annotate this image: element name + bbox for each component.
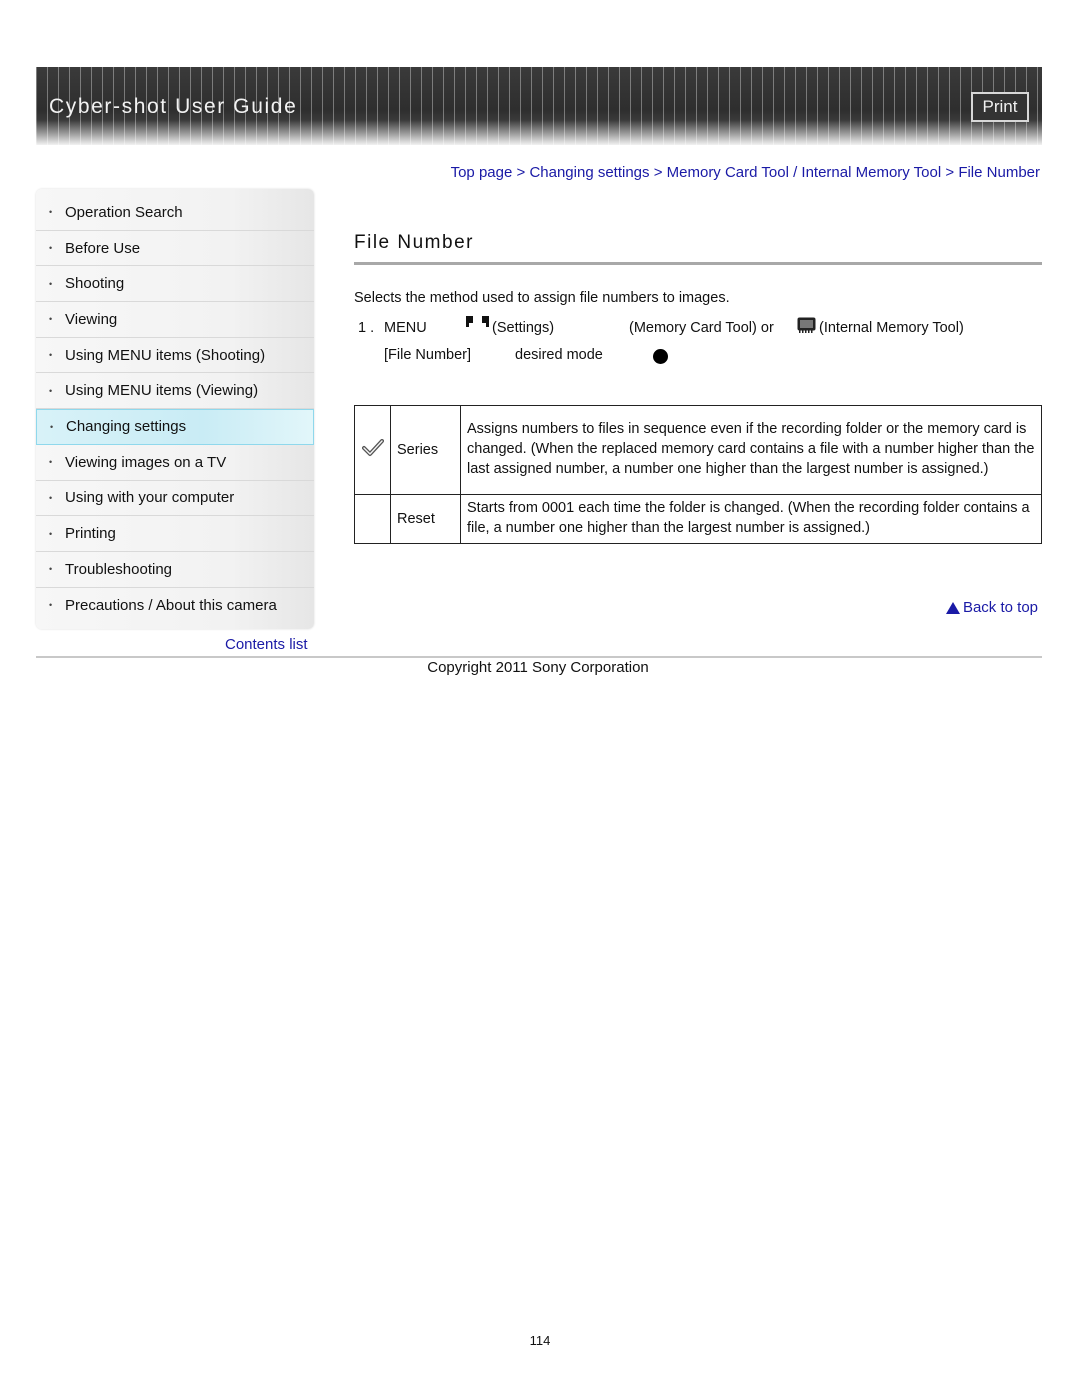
step-desired-mode: desired mode	[515, 347, 603, 363]
up-triangle-icon	[945, 601, 960, 614]
bullet-icon: •	[49, 528, 53, 539]
step-memory-card-tool: (Memory Card Tool) or	[629, 320, 774, 336]
sidebar-item-before-use[interactable]: • Before Use	[36, 231, 314, 267]
bullet-icon: •	[49, 385, 53, 396]
default-indicator-cell	[354, 405, 391, 495]
step-menu: MENU	[384, 320, 427, 336]
sidebar-item-label: Troubleshooting	[65, 560, 173, 578]
modes-table: Series Assigns numbers to files in seque…	[354, 405, 1042, 544]
sidebar-item-label: Using MENU items (Shooting)	[65, 346, 266, 364]
mode-description: Assigns numbers to files in sequence eve…	[460, 405, 1042, 495]
step-file-number: [File Number]	[384, 347, 472, 363]
sidebar-item-label: Using with your computer	[65, 489, 235, 507]
sidebar-item-label: Using MENU items (Viewing)	[65, 382, 259, 400]
sidebar-item-label: Printing	[65, 525, 116, 543]
sidebar-item-precautions[interactable]: • Precautions / About this camera	[36, 588, 314, 624]
mode-name: Reset	[390, 494, 461, 544]
title-divider	[354, 262, 1042, 265]
footer-divider	[36, 656, 1042, 658]
breadcrumb-changing-settings[interactable]: Changing settings	[529, 164, 649, 181]
center-button-icon	[653, 349, 668, 364]
step-internal-memory-tool: (Internal Memory Tool)	[819, 320, 964, 336]
bullet-icon: •	[49, 600, 53, 611]
guide-title: Cyber-shot User Guide	[49, 95, 298, 118]
settings-icon	[465, 316, 491, 328]
sidebar-item-label: Precautions / About this camera	[65, 596, 277, 614]
sidebar-item-menu-viewing[interactable]: • Using MENU items (Viewing)	[36, 373, 314, 410]
breadcrumb-top-page[interactable]: Top page	[451, 164, 513, 181]
sidebar-item-label: Viewing	[65, 310, 118, 328]
sidebar-item-menu-shooting[interactable]: • Using MENU items (Shooting)	[36, 338, 314, 374]
bullet-icon: •	[50, 421, 54, 432]
bullet-icon: •	[49, 350, 53, 361]
internal-memory-icon	[797, 317, 816, 333]
back-to-top-link[interactable]: Back to top	[945, 599, 1038, 616]
bullet-icon: •	[49, 492, 53, 503]
sidebar-item-operation-search[interactable]: • Operation Search	[36, 195, 314, 231]
breadcrumb-memory-tool[interactable]: Memory Card Tool / Internal Memory Tool	[667, 164, 942, 181]
page-title: File Number	[354, 232, 474, 253]
bullet-icon: •	[49, 564, 53, 575]
sidebar-item-label: Viewing images on a TV	[65, 453, 227, 471]
copyright: Copyright 2011 Sony Corporation	[427, 659, 649, 676]
breadcrumb-file-number[interactable]: File Number	[958, 164, 1040, 181]
contents-list-link[interactable]: Contents list	[225, 636, 308, 653]
sidebar-item-shooting[interactable]: • Shooting	[36, 266, 314, 303]
sidebar-nav: • Operation Search • Before Use • Shooting …	[36, 189, 314, 629]
breadcrumb-separator: >	[512, 164, 530, 181]
sidebar-item-troubleshooting[interactable]: • Troubleshooting	[36, 552, 314, 588]
header-banner: Cyber-shot User Guide Print	[36, 67, 1042, 145]
sidebar-item-label: Before Use	[65, 239, 141, 257]
table-row: Series Assigns numbers to files in seque…	[354, 405, 1042, 495]
print-button[interactable]: Print	[971, 92, 1029, 122]
bullet-icon: •	[49, 243, 53, 254]
sidebar-item-label: Shooting	[65, 275, 125, 293]
step-settings: (Settings)	[492, 320, 555, 336]
default-indicator-cell	[354, 494, 391, 544]
bullet-icon: •	[49, 314, 53, 325]
table-row: Reset Starts from 0001 each time the fol…	[354, 494, 1042, 544]
page-number: 114	[529, 1333, 551, 1348]
sidebar-item-computer[interactable]: • Using with your computer	[36, 481, 314, 517]
breadcrumb: Top page > Changing settings > Memory Ca…	[451, 164, 1040, 181]
sidebar-item-label: Operation Search	[65, 203, 183, 221]
sidebar-item-label: Changing settings	[66, 418, 187, 436]
bullet-icon: •	[49, 207, 53, 218]
sidebar-item-viewing-tv[interactable]: • Viewing images on a TV	[36, 445, 314, 481]
bullet-icon: •	[49, 457, 53, 468]
breadcrumb-separator: >	[649, 164, 667, 181]
intro-text: Selects the method used to assign file n…	[354, 290, 730, 306]
back-to-top-label: Back to top	[962, 599, 1038, 616]
sidebar-item-viewing[interactable]: • Viewing	[36, 302, 314, 338]
breadcrumb-separator: >	[941, 164, 959, 181]
mode-description: Starts from 0001 each time the folder is…	[460, 494, 1042, 544]
bullet-icon: •	[49, 278, 53, 289]
mode-name: Series	[390, 405, 461, 495]
step-number: 1 .	[358, 320, 375, 336]
checkmark-icon	[361, 439, 384, 456]
sidebar-item-printing[interactable]: • Printing	[36, 516, 314, 552]
sidebar-item-changing-settings[interactable]: • Changing settings	[36, 409, 314, 445]
